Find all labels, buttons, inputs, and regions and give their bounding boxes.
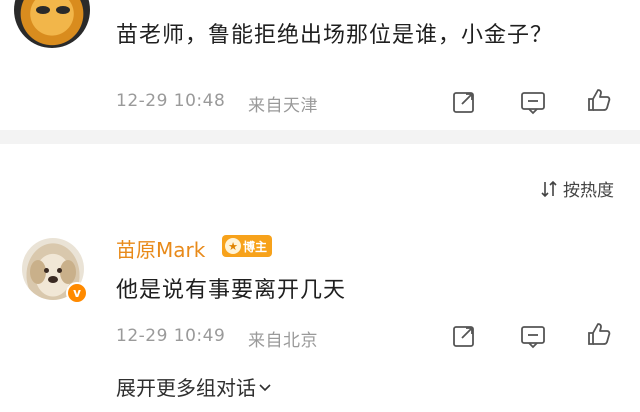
avatar-eye-right bbox=[56, 6, 70, 14]
comment-location: 来自北京 bbox=[248, 331, 318, 351]
expand-label: 展开更多组对话 bbox=[116, 376, 256, 400]
like-button[interactable] bbox=[586, 321, 612, 347]
avatar-eye-left bbox=[36, 6, 50, 14]
sort-icon bbox=[541, 180, 557, 197]
comment-text: 他是说有事要离开几天 bbox=[116, 278, 347, 303]
comment-icon bbox=[521, 92, 545, 115]
like-button[interactable] bbox=[586, 87, 612, 113]
username[interactable]: 苗原Mark bbox=[116, 234, 205, 263]
dog-ear-right bbox=[60, 260, 76, 284]
thumbs-up-icon bbox=[588, 89, 611, 111]
comment-time: 12-29 10:48 bbox=[116, 91, 226, 111]
comment-button[interactable] bbox=[520, 89, 546, 115]
blogger-badge-icon: ★ bbox=[225, 238, 241, 254]
v-badge-icon: v bbox=[66, 282, 88, 304]
blogger-badge-label: 博主 bbox=[243, 239, 268, 254]
dog-nose bbox=[48, 276, 58, 283]
comment-time: 12-29 10:49 bbox=[116, 326, 226, 346]
section-divider bbox=[0, 130, 640, 144]
thumbs-up-icon bbox=[588, 323, 611, 345]
share-icon bbox=[453, 92, 474, 113]
comment-location: 来自天津 bbox=[248, 96, 318, 116]
dog-eye-right bbox=[57, 268, 62, 273]
share-icon bbox=[453, 326, 474, 347]
dog-eye-left bbox=[44, 268, 49, 273]
share-button[interactable] bbox=[451, 323, 477, 349]
sort-label: 按热度 bbox=[563, 181, 614, 201]
chevron-down-icon bbox=[259, 383, 271, 391]
expand-conversations-button[interactable]: 展开更多组对话 bbox=[116, 372, 272, 401]
comment-text: 苗老师，鲁能拒绝出场那位是谁，小金子？ bbox=[116, 23, 554, 48]
sort-button[interactable]: 按热度 bbox=[539, 176, 614, 201]
comment-icon bbox=[521, 326, 545, 349]
avatar[interactable] bbox=[14, 0, 90, 48]
blogger-badge: ★ 博主 bbox=[222, 235, 273, 257]
share-button[interactable] bbox=[451, 89, 477, 115]
comment-button[interactable] bbox=[520, 323, 546, 349]
